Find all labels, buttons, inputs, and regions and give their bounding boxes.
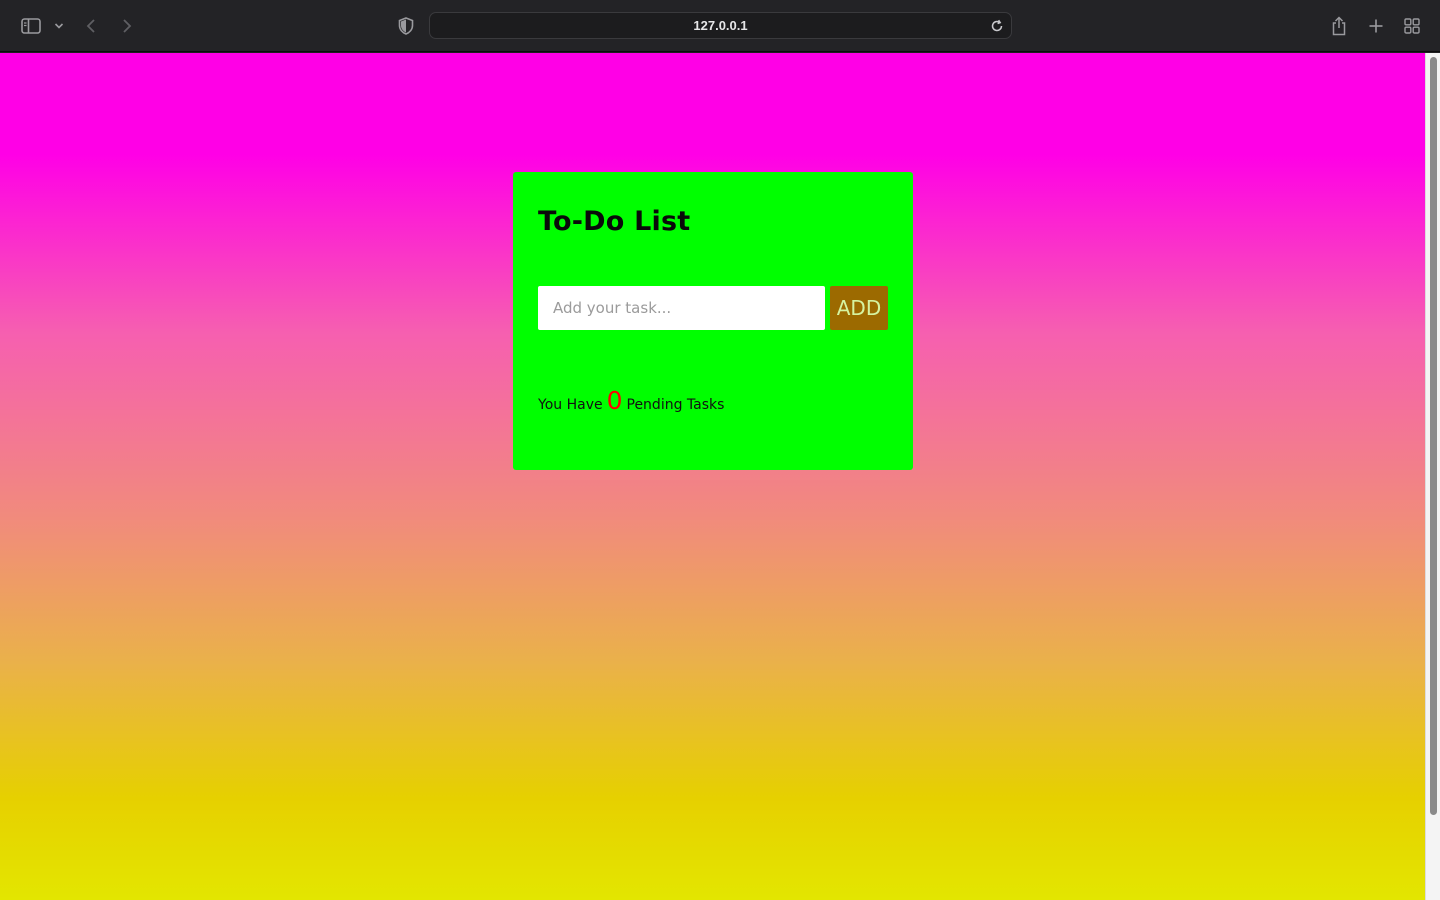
status-suffix: Pending Tasks (626, 397, 725, 413)
sidebar-icon[interactable] (18, 13, 44, 39)
chevron-down-icon[interactable] (51, 13, 67, 39)
reload-icon[interactable] (987, 16, 1007, 36)
url-text: 127.0.0.1 (693, 18, 748, 33)
pending-count: 0 (606, 386, 623, 415)
pending-tasks-status: You Have 0 Pending Tasks (538, 388, 724, 413)
scrollbar[interactable] (1425, 53, 1440, 900)
share-icon[interactable] (1328, 13, 1350, 39)
task-input[interactable] (538, 286, 825, 330)
todo-card: To-Do List ADD You Have 0 Pending Tasks (513, 172, 913, 470)
page-viewport: To-Do List ADD You Have 0 Pending Tasks (0, 53, 1425, 900)
browser-toolbar: 127.0.0.1 (0, 0, 1440, 52)
page-title: To-Do List (538, 206, 691, 237)
status-prefix: You Have (538, 397, 603, 413)
shield-icon[interactable] (395, 13, 417, 39)
new-tab-icon[interactable] (1365, 13, 1387, 39)
tab-overview-icon[interactable] (1401, 13, 1423, 39)
forward-icon[interactable] (116, 13, 138, 39)
address-bar[interactable]: 127.0.0.1 (429, 12, 1012, 39)
back-icon[interactable] (80, 13, 102, 39)
scrollbar-thumb[interactable] (1430, 57, 1437, 815)
add-button[interactable]: ADD (830, 286, 888, 330)
